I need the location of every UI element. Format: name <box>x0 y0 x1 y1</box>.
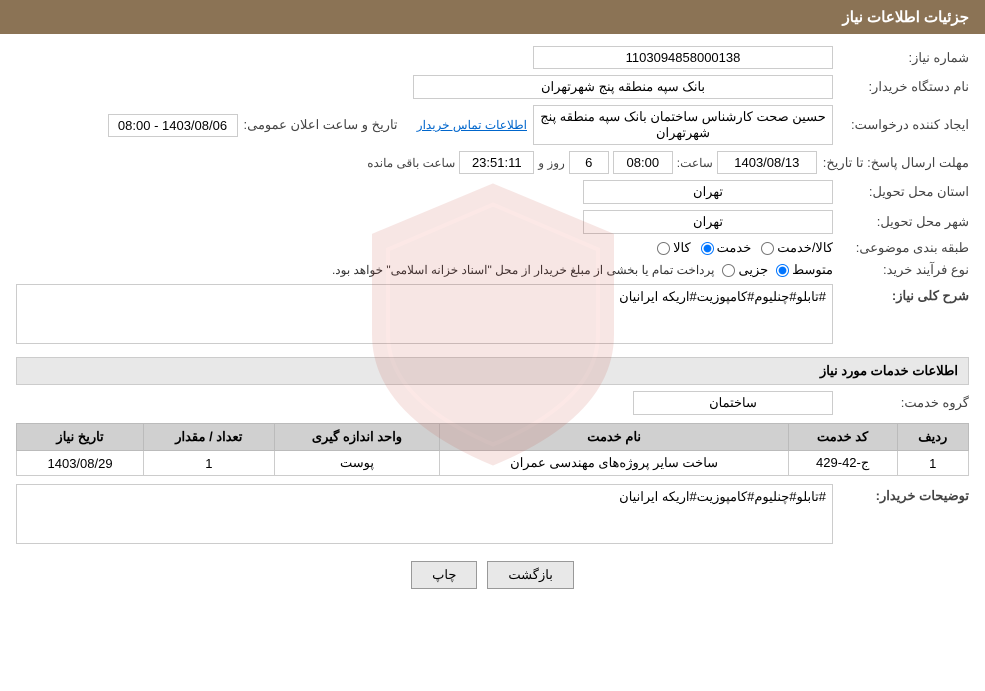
description-section: شرح کلی نیاز: ‫#تابلو#چنلیوم#کامپوزیت#ار… <box>16 284 969 347</box>
page-header: جزئیات اطلاعات نیاز <box>0 0 985 34</box>
purchase-type-note: پرداخت تمام یا بخشی از مبلغ خریدار از مح… <box>332 263 715 277</box>
col-qty: تعداد / مقدار <box>144 424 274 451</box>
back-button[interactable]: بازگشت <box>487 561 573 589</box>
col-code: کد خدمت <box>788 424 897 451</box>
announcement-date-value: 1403/08/06 - 08:00 <box>108 114 238 137</box>
need-number-row: شماره نیاز: 1103094858000138 <box>16 46 969 69</box>
cell-qty: 1 <box>144 451 274 476</box>
need-number-label: شماره نیاز: <box>839 50 969 66</box>
cell-row: 1 <box>897 451 968 476</box>
deadline-days-value: 6 <box>569 151 609 174</box>
table-row: 1 ج-42-429 ساخت سایر پروژه‌های مهندسی عم… <box>17 451 969 476</box>
announcement-date-label: تاریخ و ساعت اعلان عمومی: <box>244 117 398 133</box>
province-label: استان محل تحویل: <box>839 184 969 200</box>
deadline-time-label: ساعت: <box>677 156 713 170</box>
purchase-type-partial[interactable]: جزیی <box>722 262 768 278</box>
group-service-row: گروه خدمت: ساختمان <box>16 391 969 415</box>
deadline-row: مهلت ارسال پاسخ: تا تاریخ: 1403/08/13 سا… <box>16 151 969 174</box>
city-label: شهر محل تحویل: <box>839 214 969 230</box>
deadline-date-value: 1403/08/13 <box>717 151 817 174</box>
deadline-remaining-label: ساعت باقی مانده <box>367 156 455 170</box>
button-row: بازگشت چاپ <box>16 561 969 605</box>
cell-name: ساخت سایر پروژه‌های مهندسی عمران <box>440 451 788 476</box>
col-row: ردیف <box>897 424 968 451</box>
description-textarea[interactable]: ‫#تابلو#چنلیوم#کامپوزیت#اریکه ایرانیان‬ <box>16 284 833 344</box>
buyer-description-label: توضیحات خریدار: <box>839 484 969 504</box>
org-name-value: بانک سپه منطقه پنج شهرتهران <box>413 75 833 99</box>
send-deadline-label: مهلت ارسال پاسخ: تا تاریخ: <box>823 155 969 171</box>
purchase-type-medium[interactable]: متوسط <box>776 262 833 278</box>
category-option-khedmat[interactable]: خدمت <box>701 240 752 256</box>
buyer-description-section: توضیحات خریدار: ‫#تابلو#چنلیوم#کامپوزیت#… <box>16 484 969 547</box>
cell-date: 1403/08/29 <box>17 451 144 476</box>
category-label: طبقه بندی موضوعی: <box>839 240 969 256</box>
col-unit: واحد اندازه گیری <box>274 424 440 451</box>
services-section-title: اطلاعات خدمات مورد نیاز <box>16 357 969 385</box>
province-row: استان محل تحویل: تهران <box>16 180 969 204</box>
group-service-label: گروه خدمت: <box>839 395 969 411</box>
creator-value: حسین صحت کارشناس ساختمان بانک سپه منطقه … <box>533 105 833 145</box>
category-option-kala[interactable]: کالا <box>657 240 691 256</box>
buyer-description-textarea[interactable]: ‫#تابلو#چنلیوم#کامپوزیت#اریکه ایرانیان‬ <box>16 484 833 544</box>
print-button[interactable]: چاپ <box>411 561 477 589</box>
announcement-row: ایجاد کننده درخواست: حسین صحت کارشناس سا… <box>16 105 969 145</box>
description-label: شرح کلی نیاز: <box>839 284 969 304</box>
col-name: نام خدمت <box>440 424 788 451</box>
org-name-label: نام دستگاه خریدار: <box>839 79 969 95</box>
col-date: تاریخ نیاز <box>17 424 144 451</box>
cell-unit: پوست <box>274 451 440 476</box>
category-row: طبقه بندی موضوعی: کالا/خدمت خدمت کالا <box>16 240 969 256</box>
city-value: تهران <box>583 210 833 234</box>
city-row: شهر محل تحویل: تهران <box>16 210 969 234</box>
cell-code: ج-42-429 <box>788 451 897 476</box>
services-table: ردیف کد خدمت نام خدمت واحد اندازه گیری ت… <box>16 423 969 476</box>
province-value: تهران <box>583 180 833 204</box>
deadline-remaining-value: 23:51:11 <box>459 151 534 174</box>
purchase-type-row: نوع فرآیند خرید: متوسط جزیی پرداخت تمام … <box>16 262 969 278</box>
group-service-value: ساختمان <box>633 391 833 415</box>
purchase-type-label: نوع فرآیند خرید: <box>839 262 969 278</box>
deadline-time-value: 08:00 <box>613 151 673 174</box>
services-table-section: ردیف کد خدمت نام خدمت واحد اندازه گیری ت… <box>16 423 969 476</box>
deadline-days-label: روز و <box>538 156 565 170</box>
need-number-value: 1103094858000138 <box>533 46 833 69</box>
org-name-row: نام دستگاه خریدار: بانک سپه منطقه پنج شه… <box>16 75 969 99</box>
category-option-kala-khedmat[interactable]: کالا/خدمت <box>761 240 833 256</box>
page-title: جزئیات اطلاعات نیاز <box>843 9 970 26</box>
contact-link[interactable]: اطلاعات تماس خریدار <box>417 118 527 132</box>
creator-label: ایجاد کننده درخواست: <box>839 117 969 133</box>
